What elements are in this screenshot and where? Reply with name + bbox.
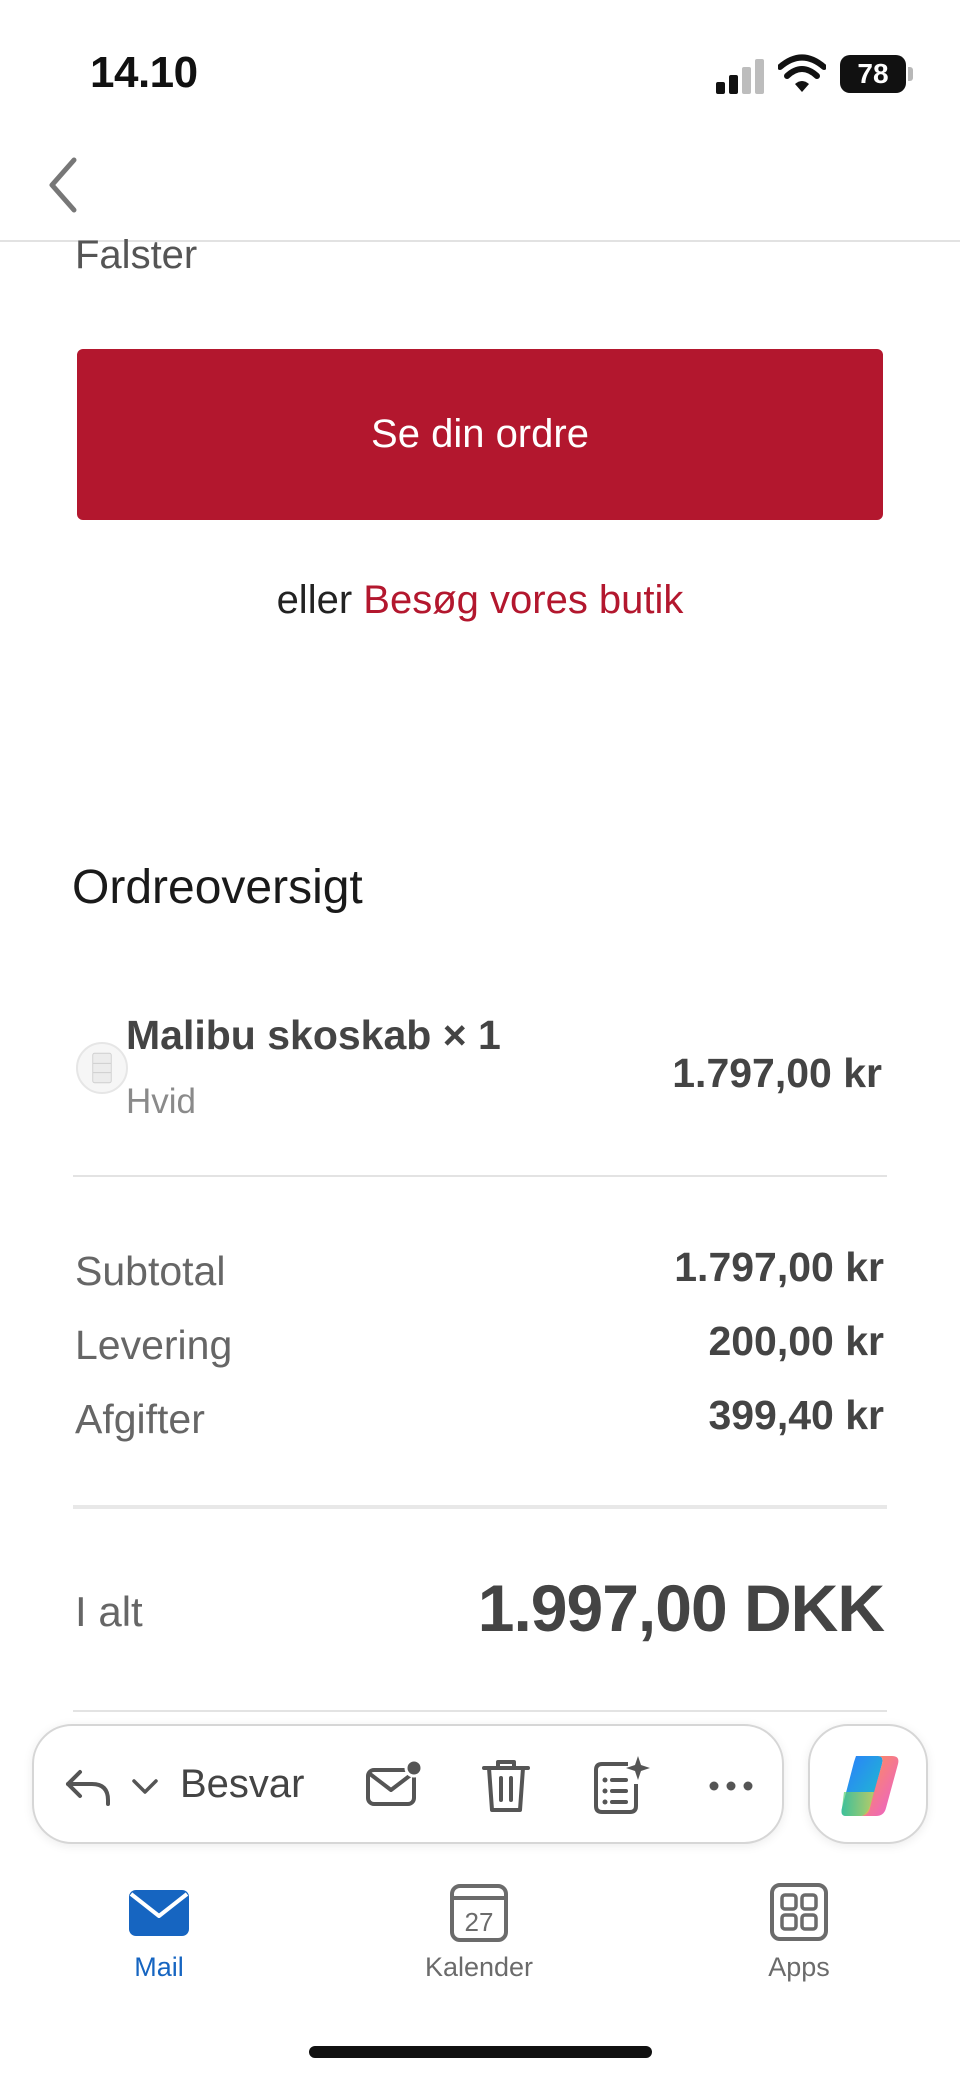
alt-prefix: eller bbox=[276, 578, 353, 622]
summary-divider bbox=[73, 1505, 887, 1509]
tab-apps-label: Apps bbox=[768, 1952, 830, 1982]
subtotal-value: 1.797,00 kr bbox=[674, 1244, 884, 1290]
total-label: I alt bbox=[75, 1588, 143, 1635]
tab-mail-label: Mail bbox=[134, 1952, 184, 1982]
tab-calendar[interactable]: 27 Kalender bbox=[379, 1882, 579, 1992]
battery-level: 78 bbox=[857, 58, 889, 89]
mark-unread-icon[interactable] bbox=[364, 1756, 424, 1816]
store-name: Falster bbox=[75, 233, 198, 277]
summarize-icon[interactable] bbox=[590, 1754, 652, 1816]
status-time: 14.10 bbox=[90, 48, 198, 97]
taxes-value: 399,40 kr bbox=[708, 1392, 884, 1438]
reply-icon[interactable] bbox=[62, 1760, 114, 1812]
visit-store-line: eller Besøg vores butik bbox=[0, 578, 960, 623]
visit-store-link[interactable]: Besøg vores butik bbox=[363, 578, 683, 622]
message-action-bar: Besvar bbox=[32, 1724, 784, 1844]
mail-icon bbox=[129, 1890, 189, 1936]
apps-grid-icon bbox=[770, 1883, 828, 1941]
trash-icon[interactable] bbox=[478, 1756, 534, 1816]
item-divider bbox=[73, 1175, 887, 1177]
product-name: Malibu skoskab × 1 bbox=[126, 1012, 501, 1058]
copilot-icon bbox=[841, 1756, 899, 1816]
subtotal-label: Subtotal bbox=[75, 1248, 226, 1294]
view-order-button[interactable]: Se din ordre bbox=[77, 349, 883, 520]
battery-tip bbox=[908, 67, 913, 81]
more-icon[interactable] bbox=[706, 1774, 756, 1798]
tab-apps[interactable]: Apps bbox=[699, 1882, 899, 1992]
total-divider bbox=[73, 1710, 887, 1712]
cellular-signal-icon bbox=[716, 59, 764, 94]
taxes-label: Afgifter bbox=[75, 1396, 205, 1442]
total-value: 1.997,00 DKK bbox=[477, 1571, 885, 1645]
order-summary-title: Ordreoversigt bbox=[72, 861, 363, 914]
product-thumbnail bbox=[76, 1042, 128, 1094]
home-indicator bbox=[309, 2046, 652, 2058]
product-price: 1.797,00 kr bbox=[672, 1050, 882, 1096]
chevron-down-icon[interactable] bbox=[130, 1772, 160, 1800]
wifi-icon bbox=[778, 54, 826, 92]
back-chevron-icon[interactable] bbox=[40, 150, 90, 220]
calendar-icon: 27 bbox=[450, 1884, 508, 1942]
product-variant: Hvid bbox=[126, 1082, 197, 1121]
shipping-value: 200,00 kr bbox=[708, 1318, 884, 1364]
copilot-button[interactable] bbox=[808, 1724, 928, 1844]
reply-label[interactable]: Besvar bbox=[180, 1762, 305, 1807]
shipping-label: Levering bbox=[75, 1322, 233, 1368]
view-order-label: Se din ordre bbox=[371, 412, 589, 456]
calendar-day: 27 bbox=[465, 1907, 494, 1937]
battery-indicator: 78 bbox=[840, 55, 913, 93]
tab-calendar-label: Kalender bbox=[424, 1952, 534, 1982]
tab-mail[interactable]: Mail bbox=[59, 1882, 259, 1992]
